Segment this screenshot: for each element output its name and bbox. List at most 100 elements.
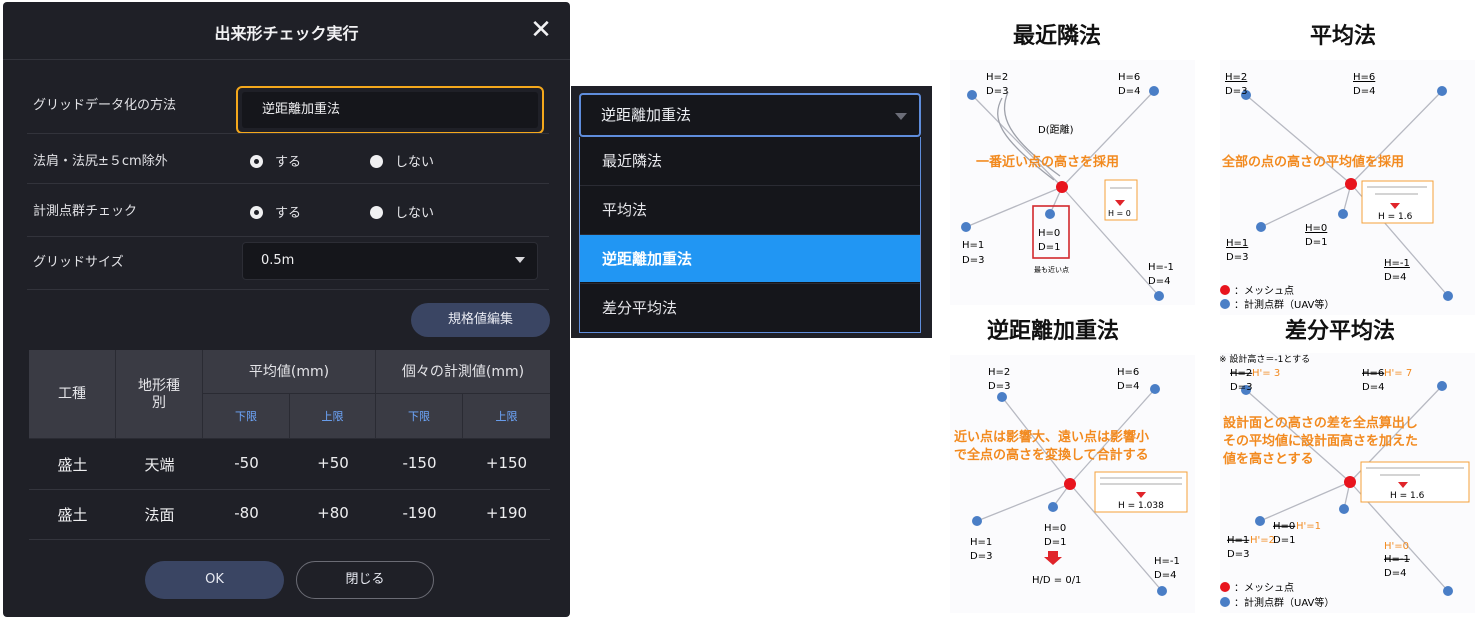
point-h: H=2 xyxy=(1230,368,1252,379)
point-h: H=0 xyxy=(1273,521,1295,532)
method-select-value: 逆距離加重法 xyxy=(262,102,341,117)
diagram-title-diff-average: 差分平均法 xyxy=(1285,319,1396,344)
point-h: H=1 xyxy=(1227,535,1249,546)
caption: 全部の点の高さの平均値を採用 xyxy=(1221,154,1404,170)
result: H = 1.038 xyxy=(1118,501,1164,511)
caption: 近い点は影響大、遠い点は影響小 xyxy=(954,429,1149,445)
point-d: D=4 xyxy=(1117,381,1139,392)
point-d: D=3 xyxy=(986,86,1008,97)
cell-avg-upper: +80 xyxy=(317,504,349,522)
cell-each-lower: -190 xyxy=(402,504,437,522)
diagram-average: H=2 D=3 H=6 D=4 H=1 D=3 H=-1 D=4 H=0 D=1… xyxy=(1220,60,1475,315)
point-check-no-radio[interactable]: しない xyxy=(370,202,434,221)
point-h: H=2 xyxy=(986,72,1008,83)
spec-edit-button[interactable]: 規格値編集 xyxy=(411,303,550,337)
point-h: H=6 xyxy=(1362,368,1384,379)
point-d: D=3 xyxy=(970,551,992,562)
cell-avg-lower: -50 xyxy=(234,454,259,472)
sub-header-lower: 下限 xyxy=(203,394,290,439)
point-h: H=0 xyxy=(1305,223,1327,234)
cell-avg-lower: -80 xyxy=(234,504,259,522)
check-dialog: 出来形チェック実行 ✕ グリッドデータ化の方法 逆距離加重法 法肩・法尻±５cm… xyxy=(3,2,570,617)
col-header-avg: 平均値(mm) xyxy=(203,350,376,394)
caption: 値を高さとする xyxy=(1222,451,1314,467)
diagram-title-average: 平均法 xyxy=(1310,24,1377,49)
grid-size-select[interactable]: 0.5m xyxy=(242,242,538,280)
point-check-yes-radio[interactable]: する xyxy=(250,202,301,221)
point-h: H=1 xyxy=(962,240,984,251)
dropdown-option-diff-average[interactable]: 差分平均法 xyxy=(580,283,920,331)
legend-cloud: ：計測点群（UAV等） xyxy=(1234,298,1334,311)
caption: 一番近い点の高さを採用 xyxy=(976,154,1119,170)
cell-each-upper: +150 xyxy=(485,454,528,472)
point-d: D=3 xyxy=(1227,549,1249,560)
point-h: H=1 xyxy=(1226,238,1248,249)
point-h: H=2 xyxy=(988,367,1010,378)
cell-each-lower: -150 xyxy=(402,454,437,472)
dropdown-option-nearest[interactable]: 最近隣法 xyxy=(580,137,920,185)
point-h: H=-1 xyxy=(1384,554,1410,565)
point-d: D=4 xyxy=(1154,570,1176,581)
close-icon[interactable]: ✕ xyxy=(529,17,553,43)
sub-header-upper: 上限 xyxy=(463,394,550,439)
cell-terrain: 天端 xyxy=(144,456,175,474)
point-d: D=4 xyxy=(1118,86,1140,97)
dropdown-option-average[interactable]: 平均法 xyxy=(580,185,920,233)
shoulder-exclude-yes-radio[interactable]: する xyxy=(250,151,301,170)
cell-type: 盛土 xyxy=(57,456,88,474)
legend-mesh: ：メッシュ点 xyxy=(1234,285,1294,297)
grid-size-label: グリッドサイズ xyxy=(33,255,124,270)
cell-each-upper: +190 xyxy=(485,504,528,522)
shoulder-exclude-label: 法肩・法尻±５cm除外 xyxy=(33,154,168,169)
point-h: H=1 xyxy=(970,537,992,548)
point-h: H=2 xyxy=(1225,72,1247,83)
method-dropdown-list: 最近隣法 平均法 逆距離加重法 差分平均法 xyxy=(579,137,921,333)
cell-avg-upper: +50 xyxy=(317,454,349,472)
shoulder-exclude-no-radio[interactable]: しない xyxy=(370,151,434,170)
result: H = 1.6 xyxy=(1378,212,1413,222)
point-d: D=4 xyxy=(1384,568,1406,579)
divider xyxy=(27,236,549,237)
point-h-prime: H'=2 xyxy=(1250,535,1275,546)
design-height-note: ※ 設計高さ＝-1とする xyxy=(1220,353,1310,365)
radio-label: しない xyxy=(395,155,435,170)
diagram-title-idw: 逆距離加重法 xyxy=(987,319,1120,344)
point-d: D=4 xyxy=(1148,276,1170,287)
radio-label: しない xyxy=(395,206,435,221)
method-illustration: 最近隣法 平均法 逆距離加重法 差分平均法 H=2 D=3 H=6 D=4 H=… xyxy=(945,0,1475,625)
col-header-each: 個々の計測値(mm) xyxy=(376,350,550,394)
chevron-down-icon xyxy=(515,257,525,263)
col-header-type: 工種 xyxy=(29,350,116,439)
legend-mesh: ：メッシュ点 xyxy=(1234,582,1294,594)
dialog-header: 出来形チェック実行 ✕ xyxy=(3,2,570,60)
point-d: D=4 xyxy=(1384,272,1406,283)
caption: その平均値に設計面高さを加えた xyxy=(1223,433,1418,449)
point-h: H=-1 xyxy=(1154,556,1180,567)
point-check-label: 計測点群チェック xyxy=(33,204,138,219)
close-button[interactable]: 閉じる xyxy=(296,561,434,599)
divider xyxy=(27,133,549,134)
caption: 設計面との高さの差を全点算出し xyxy=(1223,415,1418,431)
caption: で全点の高さを変換して合計する xyxy=(954,447,1149,463)
point-d: D=3 xyxy=(1230,382,1252,393)
cell-type: 盛土 xyxy=(57,506,88,524)
point-h-prime: H'= 3 xyxy=(1252,368,1280,379)
ok-button[interactable]: OK xyxy=(145,561,284,599)
point-d: D=1 xyxy=(1273,535,1295,546)
point-d: D=4 xyxy=(1353,86,1375,97)
radio-label: する xyxy=(275,206,302,221)
distance-label: D(距離) xyxy=(1038,123,1074,136)
point-h: H=0 xyxy=(1038,228,1060,239)
method-dropdown-select[interactable]: 逆距離加重法 xyxy=(579,93,921,137)
point-d: D=3 xyxy=(962,255,984,266)
grid-size-value: 0.5m xyxy=(261,253,295,268)
point-h: H=-1 xyxy=(1148,262,1174,273)
chevron-down-icon xyxy=(895,113,907,120)
point-h-prime: H'=1 xyxy=(1296,521,1321,532)
radio-checked-icon xyxy=(250,206,263,219)
point-d: D=1 xyxy=(1305,237,1327,248)
diagram-diff-average: ※ 設計高さ＝-1とする H=2 H'= 3 D=3 H=6 H'= 7 D=4… xyxy=(1220,353,1475,613)
point-d: D=1 xyxy=(1044,537,1066,548)
method-select[interactable]: 逆距離加重法 xyxy=(236,86,544,134)
dropdown-option-idw[interactable]: 逆距離加重法 xyxy=(580,234,920,282)
